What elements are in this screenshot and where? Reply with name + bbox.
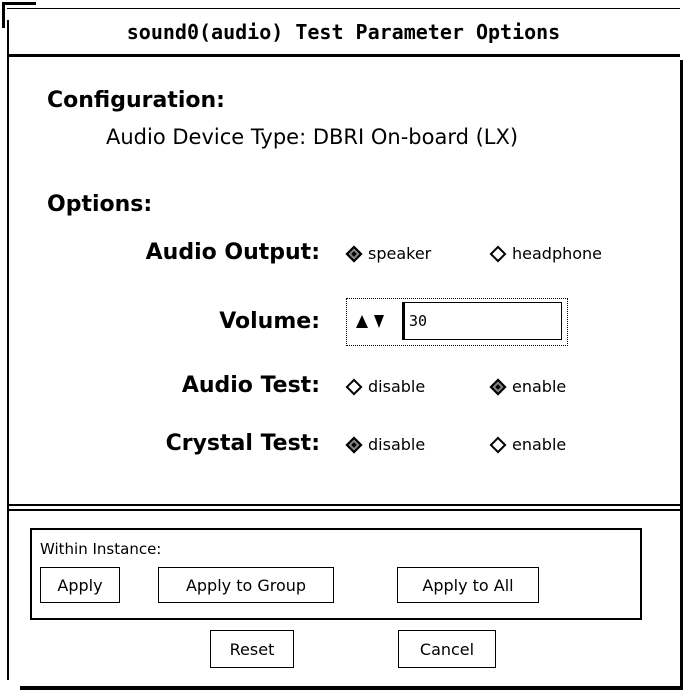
- radio-label: enable: [512, 435, 567, 454]
- window-frame-corner: [2, 2, 36, 5]
- crystal-test-label: Crystal Test:: [165, 431, 320, 456]
- title-divider: [7, 54, 680, 57]
- audio-output-speaker-radio[interactable]: speaker: [344, 244, 431, 263]
- radio-label: enable: [512, 377, 567, 396]
- window-frame-corner: [2, 2, 5, 28]
- apply-button[interactable]: Apply: [40, 567, 120, 603]
- apply-to-all-button[interactable]: Apply to All: [397, 567, 539, 603]
- radio-label: disable: [368, 377, 426, 396]
- section-divider: [7, 509, 680, 511]
- options-heading: Options:: [47, 192, 153, 217]
- within-instance-label: Within Instance:: [40, 540, 162, 558]
- increment-arrow-icon[interactable]: [356, 315, 368, 328]
- cancel-button[interactable]: Cancel: [398, 630, 496, 668]
- decrement-arrow-icon[interactable]: [374, 315, 384, 328]
- apply-to-group-button[interactable]: Apply to Group: [158, 567, 334, 603]
- window-frame-right: [680, 60, 683, 690]
- radio-label: headphone: [512, 244, 603, 263]
- audio-test-disable-radio[interactable]: disable: [344, 377, 425, 396]
- window-title: sound0(audio) Test Parameter Options: [126, 20, 561, 44]
- radio-unselected-icon: [489, 436, 507, 453]
- radio-unselected-icon: [345, 378, 363, 395]
- radio-label: speaker: [368, 244, 432, 263]
- volume-stepper[interactable]: 30: [346, 298, 568, 346]
- audio-test-label: Audio Test:: [181, 373, 320, 398]
- window-frame-top: [7, 8, 680, 9]
- audio-device-type: Audio Device Type: DBRI On-board (LX): [106, 125, 519, 149]
- section-divider: [7, 504, 680, 506]
- crystal-test-enable-radio[interactable]: enable: [488, 435, 566, 454]
- audio-output-label: Audio Output:: [145, 240, 320, 265]
- reset-button[interactable]: Reset: [210, 630, 294, 668]
- audio-output-headphone-radio[interactable]: headphone: [488, 244, 602, 263]
- volume-input[interactable]: 30: [402, 302, 562, 340]
- radio-selected-icon: [345, 436, 363, 453]
- window-frame-bottom: [20, 686, 682, 690]
- radio-selected-icon: [489, 378, 507, 395]
- radio-unselected-icon: [489, 245, 507, 262]
- crystal-test-disable-radio[interactable]: disable: [344, 435, 425, 454]
- configuration-heading: Configuration:: [47, 88, 225, 113]
- audio-test-enable-radio[interactable]: enable: [488, 377, 566, 396]
- radio-label: disable: [368, 435, 426, 454]
- radio-selected-icon: [345, 245, 363, 262]
- volume-label: Volume:: [219, 309, 320, 334]
- window-frame-left: [7, 20, 9, 680]
